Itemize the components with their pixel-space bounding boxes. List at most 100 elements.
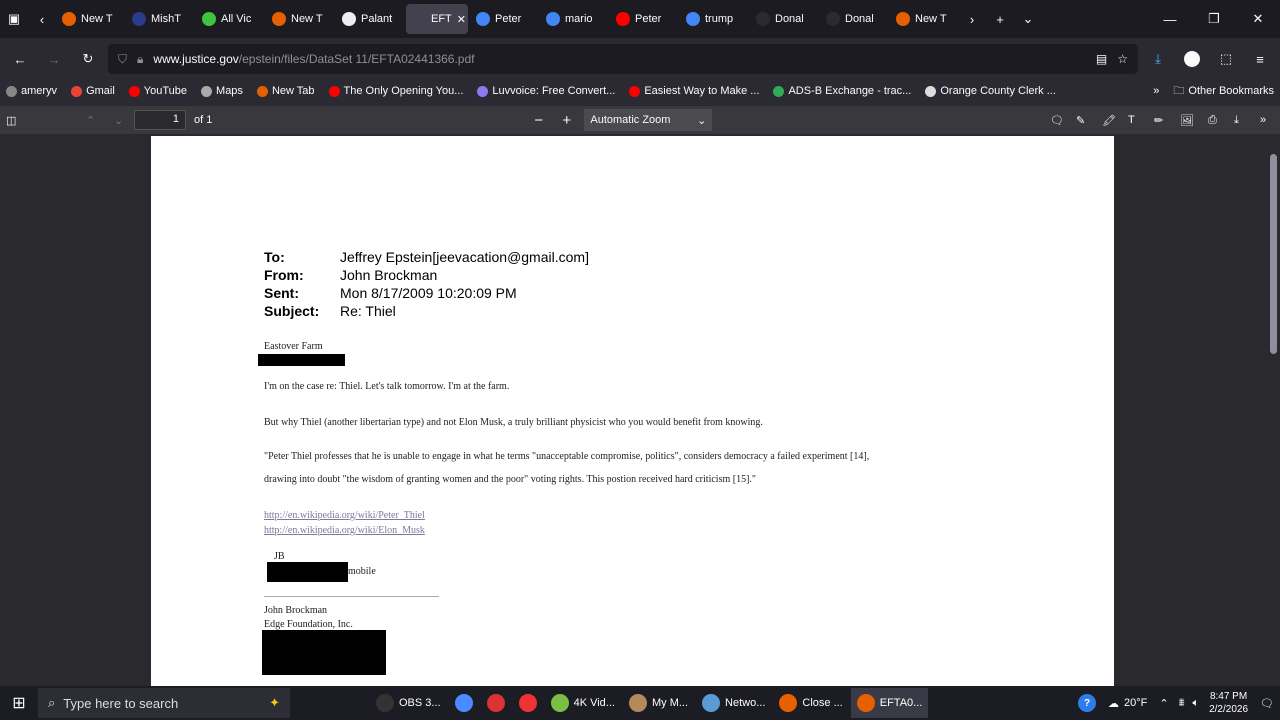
close-tab-icon[interactable]: ✕ xyxy=(457,13,466,26)
taskbar-app[interactable]: 4K Vid... xyxy=(545,688,621,718)
reload-icon[interactable]: ↻ xyxy=(74,45,102,73)
tab-6[interactable]: Peter xyxy=(470,4,538,34)
bookmark-item[interactable]: Easiest Way to Make ... xyxy=(629,85,759,97)
bookmark-item[interactable]: ameryv xyxy=(6,85,57,97)
tab-overview-icon[interactable]: ▣ xyxy=(0,5,28,33)
chevron-down-icon: ⌄ xyxy=(697,114,707,127)
lock-icon[interactable]: 🔒︎ xyxy=(137,52,143,67)
bookmark-item[interactable]: The Only Opening You... xyxy=(328,85,463,97)
page-number-input[interactable]: 1 xyxy=(134,110,186,130)
tab-9[interactable]: trump xyxy=(680,4,748,34)
tab-0[interactable]: New T xyxy=(56,4,124,34)
taskbar-app[interactable]: My M... xyxy=(623,688,694,718)
account-icon[interactable] xyxy=(1178,45,1206,73)
volume-icon[interactable]: 🔈︎ xyxy=(1188,688,1203,718)
windows-taskbar: ⊞ ⌕ Type here to search ✦ OBS 3... 4K Vid… xyxy=(0,686,1280,720)
to-label: To: xyxy=(264,249,285,265)
bookmark-favicon-icon xyxy=(256,85,268,97)
bookmark-item[interactable]: ADS-B Exchange - trac... xyxy=(773,85,911,97)
show-hidden-icons[interactable]: ⌃ xyxy=(1153,688,1174,718)
text-icon[interactable]: T xyxy=(1128,114,1154,126)
bookmark-item[interactable]: Luvvoice: Free Convert... xyxy=(477,85,615,97)
taskbar-app[interactable]: EFTA0... xyxy=(850,688,929,718)
more-bookmarks-icon[interactable]: » xyxy=(1153,85,1159,97)
tab-1[interactable]: MishT xyxy=(126,4,194,34)
tab-11[interactable]: Donal xyxy=(820,4,888,34)
tab-bar: ▣ ‹ New T MishT All Vic New T Palant EFT ✕ Pete… xyxy=(0,0,1280,38)
tab-12[interactable]: New T xyxy=(890,4,958,34)
tab-8[interactable]: Peter xyxy=(610,4,678,34)
downloads-icon[interactable]: ⤓ xyxy=(1144,45,1172,73)
back-icon[interactable]: ← xyxy=(6,45,34,73)
menu-icon[interactable]: ≡ xyxy=(1246,45,1274,73)
clock[interactable]: 8:47 PM 2/2/2026 xyxy=(1203,688,1254,718)
vertical-scrollbar[interactable] xyxy=(1270,154,1277,354)
shield-icon[interactable]: ⛉ xyxy=(118,52,127,67)
help-icon[interactable]: ? xyxy=(1072,688,1102,718)
taskbar-app[interactable] xyxy=(449,688,479,718)
zoom-out-icon[interactable]: − xyxy=(534,112,562,129)
taskbar-app[interactable] xyxy=(513,688,543,718)
tab-4[interactable]: Palant xyxy=(336,4,404,34)
list-all-tabs-icon[interactable]: ⌄ xyxy=(1014,5,1042,33)
url-text[interactable]: www.justice.gov/epstein/files/DataSet 11… xyxy=(153,52,474,66)
sidebar-toggle-icon[interactable]: ◫ xyxy=(6,114,26,127)
draw-icon[interactable]: ✏ xyxy=(1154,114,1180,127)
network-icon[interactable]: ⩩ xyxy=(1175,688,1189,718)
other-bookmarks[interactable]: 🗀︎ Other Bookmarks xyxy=(1173,82,1274,101)
taskbar-app[interactable]: Close ... xyxy=(773,688,848,718)
sparkle-icon: ✦ xyxy=(269,695,280,710)
zoom-in-icon[interactable]: + xyxy=(562,112,584,129)
tab-favicon-icon xyxy=(62,12,76,26)
restore-icon[interactable]: ❐ xyxy=(1192,5,1236,33)
new-tab-icon[interactable]: + xyxy=(986,5,1014,33)
app-icon xyxy=(376,694,394,712)
bookmark-favicon-icon xyxy=(328,85,340,97)
tab-10[interactable]: Donal xyxy=(750,4,818,34)
bookmark-label: Luvvoice: Free Convert... xyxy=(492,85,616,97)
start-button[interactable]: ⊞ xyxy=(0,688,38,718)
tab-3[interactable]: New T xyxy=(266,4,334,34)
print-icon[interactable]: ⎙ xyxy=(1208,114,1234,127)
url-bar[interactable]: ⛉ 🔒︎ www.justice.gov/epstein/files/DataS… xyxy=(108,44,1138,74)
bookmark-item[interactable]: New Tab xyxy=(256,85,315,97)
image-icon[interactable]: 🖼︎ xyxy=(1180,114,1208,127)
link-elon-musk[interactable]: http://en.wikipedia.org/wiki/Elon_Musk xyxy=(264,525,425,536)
signature-icon[interactable]: ✎ xyxy=(1076,114,1102,127)
close-window-icon[interactable]: ✕ xyxy=(1236,5,1280,33)
tab-2[interactable]: All Vic xyxy=(196,4,264,34)
tab-favicon-icon xyxy=(546,12,560,26)
bookmark-star-icon[interactable]: ☆ xyxy=(1117,52,1128,66)
taskbar-search[interactable]: ⌕ Type here to search ✦ xyxy=(38,688,290,718)
taskbar-app[interactable] xyxy=(481,688,511,718)
weather-widget[interactable]: ☁ 20°F xyxy=(1102,688,1153,718)
zoom-select[interactable]: Automatic Zoom ⌄ xyxy=(584,109,713,131)
scroll-tabs-right-icon[interactable]: › xyxy=(958,5,986,33)
cloud-icon: ☁ xyxy=(1108,697,1120,710)
tab-label: Donal xyxy=(845,13,874,25)
bookmark-item[interactable]: Orange County Clerk ... xyxy=(925,85,1056,97)
app-icon xyxy=(702,694,721,712)
tab-7[interactable]: mario xyxy=(540,4,608,34)
link-peter-thiel[interactable]: http://en.wikipedia.org/wiki/Peter_Thiel xyxy=(264,510,425,521)
forward-icon[interactable]: → xyxy=(40,45,68,73)
scroll-tabs-left-icon[interactable]: ‹ xyxy=(28,5,56,33)
minimize-icon[interactable]: — xyxy=(1148,5,1192,33)
previous-page-icon[interactable]: ⌃ xyxy=(86,114,114,127)
notifications-icon[interactable]: 🗨︎ xyxy=(1254,688,1280,718)
taskbar-app[interactable]: Netwo... xyxy=(696,688,771,718)
bookmark-item[interactable]: YouTube xyxy=(128,85,188,97)
tools-menu-icon[interactable]: » xyxy=(1260,114,1274,126)
bookmark-label: YouTube xyxy=(143,85,188,97)
comment-icon[interactable]: 🗨︎ xyxy=(1050,114,1076,127)
next-page-icon[interactable]: ⌄ xyxy=(114,114,134,127)
bookmark-item[interactable]: Maps xyxy=(201,85,243,97)
reader-view-icon[interactable]: ▤ xyxy=(1096,52,1107,66)
highlight-icon[interactable]: 🖍︎ xyxy=(1102,114,1128,127)
extensions-icon[interactable]: ⬚ xyxy=(1212,45,1240,73)
tab-label: New T xyxy=(915,13,947,25)
tab-5[interactable]: EFT ✕ xyxy=(406,4,468,34)
taskbar-app[interactable]: OBS 3... xyxy=(370,688,447,718)
bookmark-item[interactable]: Gmail xyxy=(71,85,115,97)
save-icon[interactable]: ⤓ xyxy=(1234,114,1260,127)
